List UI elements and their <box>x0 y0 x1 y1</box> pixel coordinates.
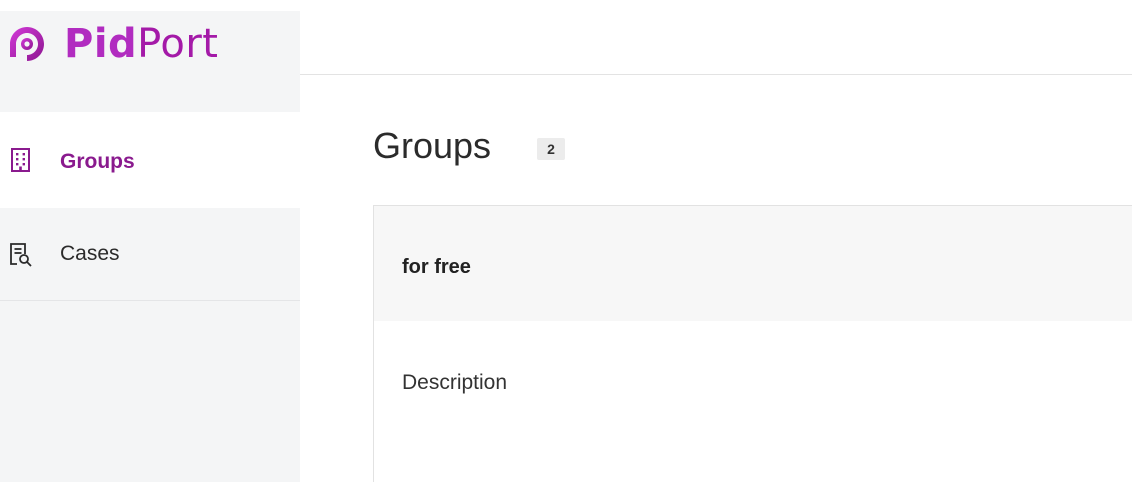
group-card-body: Description <box>374 321 1132 482</box>
sidebar: PidPort Groups Cases <box>0 11 300 482</box>
group-card: for free Description <box>373 205 1132 482</box>
sidebar-item-label: Groups <box>60 150 135 173</box>
sidebar-item-cases[interactable]: Cases <box>0 208 300 301</box>
sidebar-item-label: Cases <box>60 242 120 265</box>
brand-name-light: Port <box>137 21 219 67</box>
top-bar <box>300 0 1132 75</box>
app-window: PidPort Groups Cases Groups 2 for free D… <box>0 0 1132 482</box>
page-title: Groups <box>373 125 492 166</box>
building-icon <box>11 148 30 172</box>
brand-header[interactable]: PidPort <box>0 11 300 112</box>
group-name: for free <box>402 256 471 278</box>
brand-name: PidPort <box>64 19 218 69</box>
group-description: Description <box>402 371 508 394</box>
brand-name-bold: Pid <box>64 21 138 67</box>
sidebar-item-groups[interactable]: Groups <box>0 112 300 208</box>
document-search-icon <box>10 243 32 267</box>
pidport-logo-icon <box>10 27 44 61</box>
count-badge: 2 <box>537 138 565 160</box>
group-card-header[interactable]: for free <box>374 206 1132 321</box>
